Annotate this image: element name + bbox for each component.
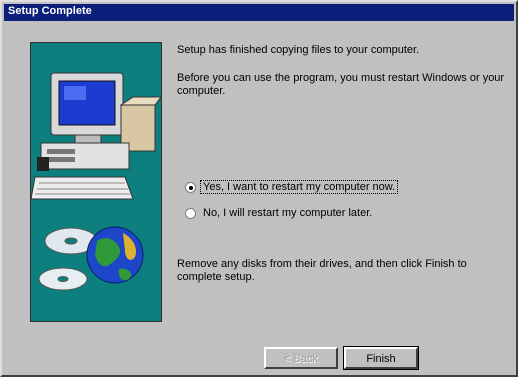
setup-dialog: Setup Complete Setup has finished copyin… bbox=[0, 0, 518, 377]
restart-later-label[interactable]: No, I will restart my computer later. bbox=[201, 207, 374, 219]
back-button[interactable]: < Back bbox=[264, 347, 338, 369]
restart-now-radio[interactable] bbox=[185, 182, 196, 193]
setup-illustration bbox=[30, 42, 162, 322]
computer-illustration bbox=[31, 72, 161, 291]
window-title: Setup Complete bbox=[8, 5, 92, 17]
restart-now-label[interactable]: Yes, I want to restart my computer now. bbox=[199, 180, 399, 194]
restart-message: Before you can use the program, you must… bbox=[177, 72, 505, 97]
computer-case-icon bbox=[40, 142, 130, 170]
remove-disks-instructions: Remove any disks from their drives, and … bbox=[177, 258, 467, 283]
finished-message: Setup has finished copying files to your… bbox=[177, 44, 420, 56]
keyboard-icon bbox=[31, 176, 134, 200]
restart-later-radio[interactable] bbox=[185, 208, 196, 219]
title-bar[interactable]: Setup Complete bbox=[4, 4, 514, 21]
finish-button[interactable]: Finish bbox=[343, 346, 419, 370]
